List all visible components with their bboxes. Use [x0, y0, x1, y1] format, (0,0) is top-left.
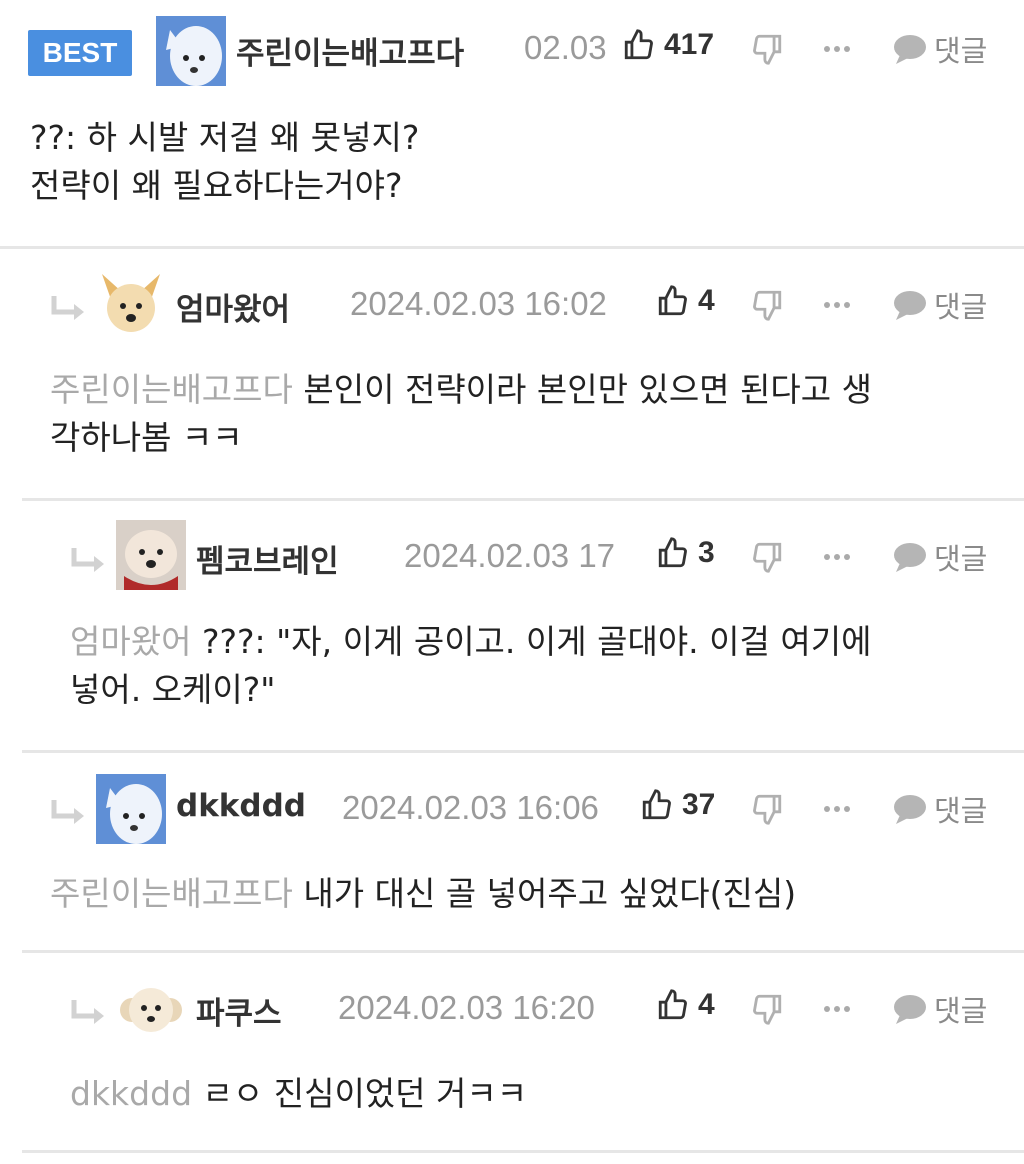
like-button[interactable]: 417	[622, 28, 714, 62]
like-button[interactable]: 4	[656, 284, 715, 318]
reply-arrow-icon	[68, 546, 108, 576]
reply-button[interactable]: 댓글	[892, 284, 987, 326]
divider	[0, 246, 1024, 249]
mention-nickname[interactable]: dkkddd	[70, 1074, 192, 1113]
divider	[22, 950, 1024, 953]
avatar[interactable]	[156, 16, 226, 86]
comment-body: dkkddd ㄹㅇ 진심이었던 거ㅋㅋ	[70, 1070, 1024, 1118]
like-button[interactable]: 4	[656, 988, 715, 1022]
mention-nickname[interactable]: 주린이는배고프다	[50, 874, 293, 913]
comment-date: 2024.02.03 16:02	[350, 285, 607, 322]
comment-text-line: ??: 하 시발 저걸 왜 못넣지?	[30, 118, 420, 157]
reply-button[interactable]: 댓글	[892, 28, 987, 70]
thumbs-down-icon[interactable]	[750, 32, 784, 66]
divider	[22, 1150, 1024, 1153]
more-options-icon[interactable]	[822, 552, 852, 562]
more-options-icon[interactable]	[822, 1004, 852, 1014]
speech-bubble-icon	[892, 541, 928, 573]
thumbs-down-icon[interactable]	[750, 540, 784, 574]
more-options-icon[interactable]	[822, 44, 852, 54]
like-count: 37	[682, 788, 716, 821]
thumbs-down-icon[interactable]	[750, 992, 784, 1026]
comment-body: ??: 하 시발 저걸 왜 못넣지? 전략이 왜 필요하다는거야?	[30, 114, 990, 210]
thumbs-down-icon[interactable]	[750, 288, 784, 322]
thumbs-up-icon	[622, 28, 656, 62]
comment-date: 2024.02.03 16:06	[342, 789, 599, 826]
best-badge: BEST	[28, 30, 132, 76]
comment-date: 2024.02.03 17	[404, 537, 616, 574]
comment-date: 02.03	[524, 29, 607, 66]
reply-button[interactable]: 댓글	[892, 536, 987, 578]
comment-text-line: 내가 대신 골 넣어주고 싶었다(진심)	[303, 874, 797, 913]
comment-reply: 펨코브레인 2024.02.03 17 3 댓글 엄마왔어 ???: "자, 이…	[0, 502, 1024, 754]
like-count: 4	[698, 284, 715, 317]
author-nickname[interactable]: 파쿠스	[196, 988, 282, 1033]
author-nickname[interactable]: dkkddd	[176, 788, 306, 824]
reply-label: 댓글	[934, 542, 988, 576]
reply-label: 댓글	[934, 34, 988, 68]
comment-text-line: 각하나봄 ㅋㅋ	[50, 418, 243, 457]
comment-reply: dkkddd 2024.02.03 16:06 37 댓글 주린이는배고프다 내…	[0, 754, 1024, 954]
thumbs-down-icon[interactable]	[750, 792, 784, 826]
like-button[interactable]: 3	[656, 536, 715, 570]
speech-bubble-icon	[892, 793, 928, 825]
mention-nickname[interactable]: 주린이는배고프다	[50, 370, 293, 409]
thumbs-up-icon	[656, 536, 690, 570]
reply-arrow-icon	[68, 998, 108, 1028]
like-count: 417	[664, 28, 715, 61]
author-nickname[interactable]: 주린이는배고프다	[236, 28, 464, 73]
author-nickname[interactable]: 엄마왔어	[176, 284, 290, 329]
comment-body: 주린이는배고프다 본인이 전략이라 본인만 있으면 된다고 생 각하나봄 ㅋㅋ	[50, 366, 1010, 462]
comment-reply: 엄마왔어 2024.02.03 16:02 4 댓글 주린이는배고프다 본인이 …	[0, 250, 1024, 502]
comment-best: BEST 주린이는배고프다 02.03 417 댓글 ??: 하 시발 저걸 왜…	[0, 0, 1024, 250]
comment-reply: 파쿠스 2024.02.03 16:20 4 댓글 dkkddd ㄹㅇ 진심이었…	[0, 954, 1024, 1164]
mention-nickname[interactable]: 엄마왔어	[70, 622, 191, 661]
speech-bubble-icon	[892, 993, 928, 1025]
comment-text-line: 본인이 전략이라 본인만 있으면 된다고 생	[303, 370, 872, 409]
like-count: 3	[698, 536, 715, 569]
author-nickname[interactable]: 펨코브레인	[196, 536, 339, 581]
avatar[interactable]	[96, 774, 166, 844]
divider	[22, 750, 1024, 753]
like-button[interactable]: 37	[640, 788, 715, 822]
comment-body: 주린이는배고프다 내가 대신 골 넣어주고 싶었다(진심)	[50, 870, 1010, 918]
more-options-icon[interactable]	[822, 300, 852, 310]
reply-button[interactable]: 댓글	[892, 788, 987, 830]
divider	[22, 498, 1024, 501]
speech-bubble-icon	[892, 33, 928, 65]
thumbs-up-icon	[656, 988, 690, 1022]
comment-text-line: 전략이 왜 필요하다는거야?	[30, 166, 403, 205]
comment-text-line: ???: "자, 이게 공이고. 이게 골대야. 이걸 여기에	[201, 622, 872, 661]
avatar[interactable]	[116, 974, 186, 1044]
more-options-icon[interactable]	[822, 804, 852, 814]
comment-text-line: ㄹㅇ 진심이었던 거ㅋㅋ	[202, 1074, 528, 1113]
speech-bubble-icon	[892, 289, 928, 321]
reply-button[interactable]: 댓글	[892, 988, 987, 1030]
reply-arrow-icon	[48, 798, 88, 828]
thumbs-up-icon	[656, 284, 690, 318]
thumbs-up-icon	[640, 788, 674, 822]
reply-arrow-icon	[48, 294, 88, 324]
avatar[interactable]	[116, 520, 186, 590]
like-count: 4	[698, 988, 715, 1021]
comment-body: 엄마왔어 ???: "자, 이게 공이고. 이게 골대야. 이걸 여기에 넣어.…	[70, 618, 1024, 714]
reply-label: 댓글	[934, 794, 988, 828]
comment-text-line: 넣어. 오케이?"	[70, 670, 276, 709]
avatar[interactable]	[96, 268, 166, 338]
comment-date: 2024.02.03 16:20	[338, 989, 595, 1026]
reply-label: 댓글	[934, 290, 988, 324]
reply-label: 댓글	[934, 994, 988, 1028]
